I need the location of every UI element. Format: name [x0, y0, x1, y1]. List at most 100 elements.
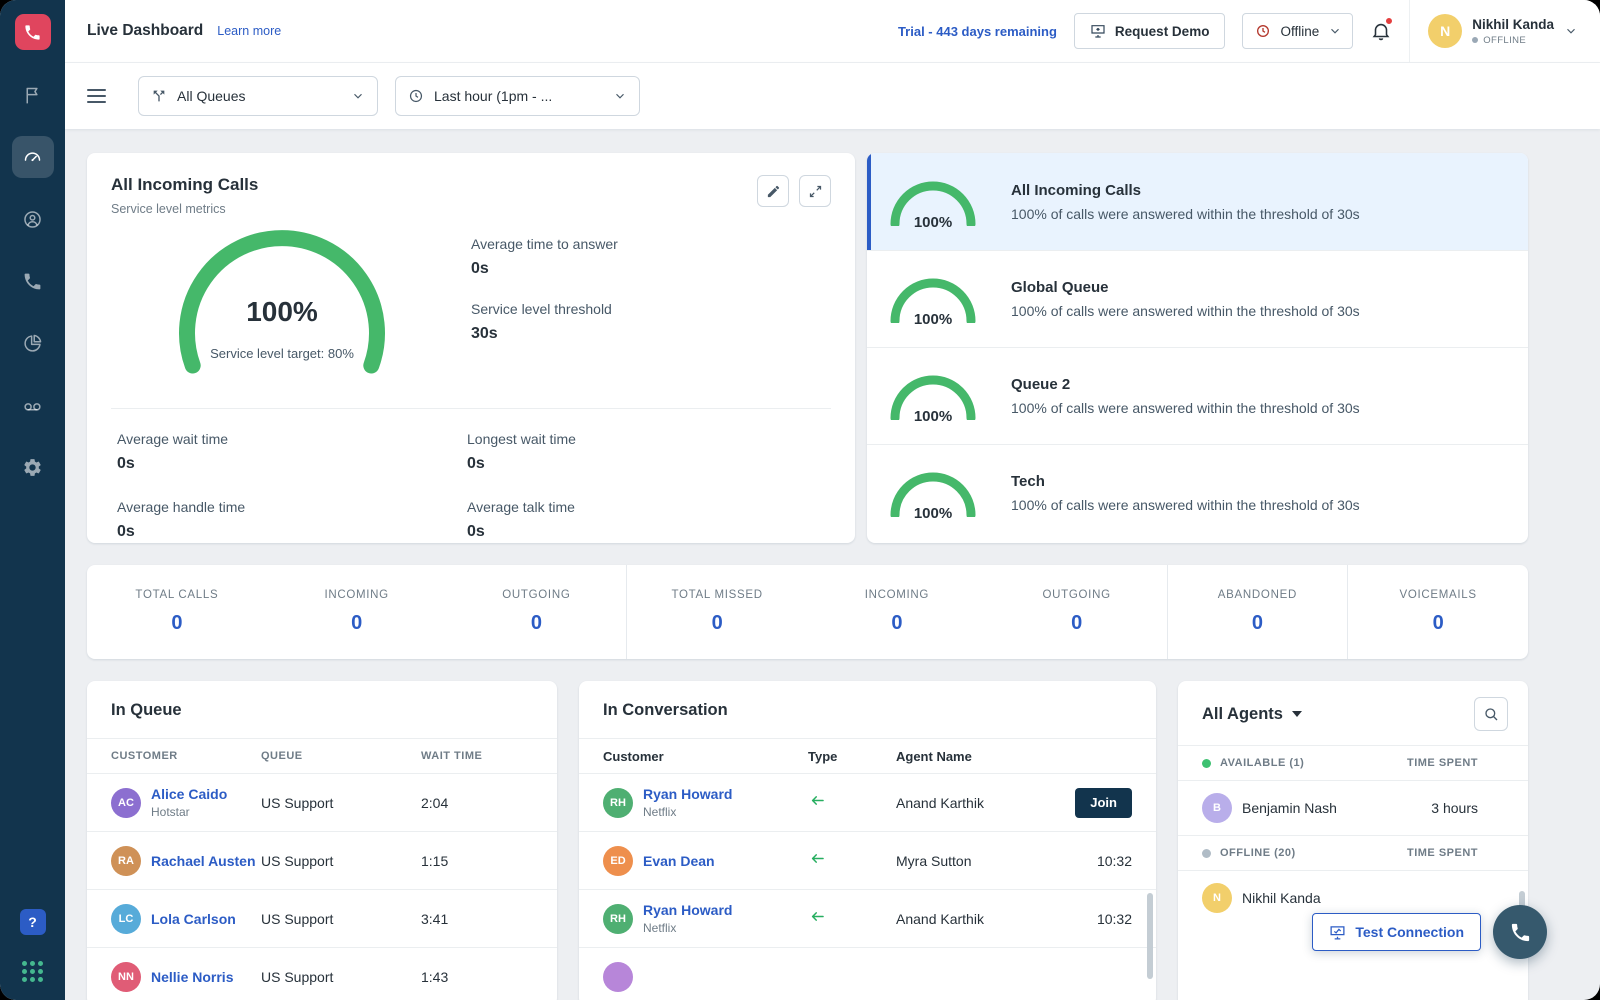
agent-row[interactable]: B Benjamin Nash 3 hours	[1178, 781, 1528, 835]
wait-time: 2:04	[421, 795, 533, 811]
red-clock-icon	[1255, 23, 1271, 39]
customer-name-link[interactable]: Rachael Austen	[151, 853, 256, 869]
table-row[interactable]: RA Rachael Austen US Support 1:15	[87, 832, 557, 890]
voicemail-icon	[22, 395, 43, 416]
scrollbar[interactable]	[1147, 893, 1153, 979]
stat-total-missed: TOTAL MISSED0	[626, 565, 807, 659]
queue-row-all-incoming[interactable]: 100% All Incoming Calls 100% of calls we…	[867, 153, 1528, 250]
expand-button[interactable]	[799, 175, 831, 207]
notifications-button[interactable]	[1370, 20, 1392, 42]
agents-section-offline: OFFLINE (20) TIME SPENT	[1178, 835, 1528, 871]
avatar: B	[1202, 793, 1232, 823]
chevron-down-icon	[351, 89, 365, 103]
status-dot	[1202, 759, 1211, 768]
queue-desc: 100% of calls were answered within the t…	[1011, 400, 1360, 416]
table-header: CUSTOMER QUEUE WAIT TIME	[87, 738, 557, 774]
avatar: AC	[111, 788, 141, 818]
app-sidebar: ?	[0, 0, 65, 1000]
customer-company: Hotstar	[151, 805, 227, 819]
stat-missed-outgoing: OUTGOING0	[987, 565, 1167, 659]
queue-cell: US Support	[261, 853, 421, 869]
sidebar-item-settings[interactable]	[12, 446, 54, 488]
mini-gauge: 100%	[889, 469, 977, 517]
customer-company: Netflix	[643, 805, 732, 819]
customer-name-link[interactable]: Ryan Howard	[643, 786, 732, 802]
call-duration: 10:32	[1097, 853, 1132, 869]
avatar	[603, 962, 633, 992]
mini-gauge: 100%	[889, 178, 977, 226]
queue-row-global-queue[interactable]: 100% Global Queue 100% of calls were ans…	[867, 250, 1528, 347]
customer-name-link[interactable]: Nellie Norris	[151, 969, 233, 985]
card-subtitle: Service level metrics	[111, 202, 258, 216]
call-type-cell	[808, 849, 896, 873]
metric: Average wait time 0s	[117, 431, 467, 473]
stat-outgoing: OUTGOING0	[447, 565, 627, 659]
expand-icon	[808, 184, 823, 199]
agents-filter-dropdown[interactable]: All Agents	[1202, 705, 1302, 724]
sidebar-item-calls[interactable]	[12, 260, 54, 302]
avatar: ED	[603, 846, 633, 876]
queue-filter-dropdown[interactable]: All Queues	[138, 76, 378, 116]
caret-down-icon	[1292, 711, 1302, 717]
trial-banner: Trial - 443 days remaining	[898, 24, 1057, 39]
join-button[interactable]: Join	[1075, 788, 1132, 818]
call-stats-strip: TOTAL CALLS0 INCOMING0 OUTGOING0 TOTAL M…	[87, 565, 1528, 659]
dialer-fab-button[interactable]	[1493, 905, 1547, 959]
request-demo-label: Request Demo	[1115, 24, 1210, 39]
green-left-arrow-icon	[808, 849, 827, 868]
pie-chart-icon	[22, 333, 43, 354]
user-menu[interactable]: N Nikhil Kanda OFFLINE	[1409, 0, 1584, 63]
table-row[interactable]: LC Lola Carlson US Support 3:41	[87, 890, 557, 948]
help-button[interactable]: ?	[20, 909, 46, 935]
table-row[interactable]: RH Ryan Howard Netflix Anand Karthik 10:…	[579, 890, 1156, 948]
mini-gauge: 100%	[889, 275, 977, 323]
table-row[interactable]: ED Evan Dean Myra Sutton 10:32	[579, 832, 1156, 890]
gauge-value: 100%	[117, 296, 447, 328]
test-connection-label: Test Connection	[1355, 924, 1464, 940]
table-row[interactable]: RH Ryan Howard Netflix Anand Karthik Joi…	[579, 774, 1156, 832]
panel-title: In Queue	[111, 701, 182, 720]
edit-button[interactable]	[757, 175, 789, 207]
app-logo[interactable]	[15, 14, 51, 50]
stat-incoming: INCOMING0	[267, 565, 447, 659]
customer-name-link[interactable]: Alice Caido	[151, 786, 227, 802]
avatar: LC	[111, 904, 141, 934]
stat-voicemails: VOICEMAILS0	[1347, 565, 1528, 659]
chevron-down-icon	[1328, 24, 1342, 38]
sidebar-item-live-dashboard[interactable]	[12, 136, 54, 178]
avatar: RH	[603, 788, 633, 818]
table-row[interactable]: AC Alice Caido Hotstar US Support 2:04	[87, 774, 557, 832]
table-row[interactable]: NN Nellie Norris US Support 1:43	[87, 948, 557, 1000]
learn-more-link[interactable]: Learn more	[217, 24, 281, 38]
user-status: OFFLINE	[1483, 35, 1526, 46]
queue-name: All Incoming Calls	[1011, 182, 1360, 199]
queue-row-tech[interactable]: 100% Tech 100% of calls were answered wi…	[867, 444, 1528, 541]
wait-time: 3:41	[421, 911, 533, 927]
time-filter-dropdown[interactable]: Last hour (1pm - ...	[395, 76, 640, 116]
presence-dropdown[interactable]: Offline	[1242, 13, 1353, 49]
clock-icon	[408, 88, 424, 104]
phone-icon	[1509, 921, 1532, 944]
queue-desc: 100% of calls were answered within the t…	[1011, 497, 1360, 513]
sidebar-item-contacts[interactable]	[12, 198, 54, 240]
test-connection-button[interactable]: Test Connection	[1312, 913, 1481, 951]
queue-filter-value: All Queues	[177, 88, 245, 104]
menu-toggle-button[interactable]	[87, 79, 121, 113]
mini-gauge: 100%	[889, 372, 977, 420]
customer-name-link[interactable]: Ryan Howard	[643, 902, 732, 918]
customer-company: Netflix	[643, 921, 732, 935]
queue-row-queue-2[interactable]: 100% Queue 2 100% of calls were answered…	[867, 347, 1528, 444]
sidebar-item-reports[interactable]	[12, 322, 54, 364]
sidebar-item-flags[interactable]	[12, 74, 54, 116]
apps-grid-icon[interactable]	[22, 961, 43, 982]
pencil-icon	[766, 184, 781, 199]
request-demo-button[interactable]: Request Demo	[1074, 13, 1226, 49]
call-duration: 10:32	[1097, 911, 1132, 927]
agents-search-button[interactable]	[1474, 697, 1508, 731]
green-left-arrow-icon	[808, 907, 827, 926]
table-row[interactable]	[579, 948, 1156, 1000]
sidebar-item-voicemail[interactable]	[12, 384, 54, 426]
customer-name-link[interactable]: Lola Carlson	[151, 911, 236, 927]
in-conversation-panel: In Conversation Customer Type Agent Name…	[579, 681, 1156, 1000]
customer-name-link[interactable]: Evan Dean	[643, 853, 715, 869]
